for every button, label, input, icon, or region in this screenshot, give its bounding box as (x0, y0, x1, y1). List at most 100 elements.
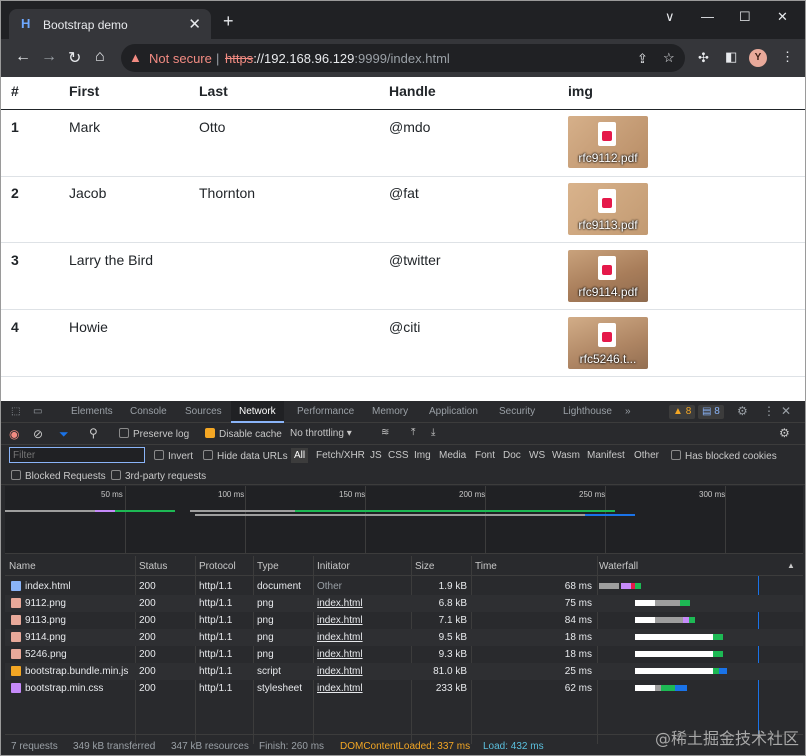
warning-icon[interactable]: ▲ (129, 50, 142, 65)
extensions-icon[interactable]: ✣ (698, 50, 709, 66)
request-initiator[interactable]: index.html (317, 632, 363, 643)
type-filter-wasm[interactable]: Wasm (552, 450, 580, 461)
tab-performance[interactable]: Performance (297, 406, 354, 417)
request-initiator[interactable]: index.html (317, 615, 363, 626)
type-filter-all[interactable]: All (291, 448, 309, 463)
request-count: 7 requests (11, 741, 58, 752)
col-type[interactable]: Type (257, 561, 279, 572)
tab-console[interactable]: Console (130, 406, 167, 417)
third-party-checkbox[interactable]: 3rd-party requests (111, 470, 206, 482)
forward-icon[interactable]: → (41, 48, 57, 66)
request-initiator[interactable]: index.html (317, 683, 363, 694)
blocked-cookies-checkbox[interactable]: Has blocked cookies (671, 450, 777, 462)
back-icon[interactable]: ← (15, 48, 31, 66)
invert-checkbox[interactable]: Invert (154, 450, 193, 462)
request-row[interactable]: 9114.png 200 http/1.1 png index.html 9.5… (5, 629, 803, 646)
file-thumbnail[interactable]: rfc9113.pdf (568, 183, 648, 235)
reload-icon[interactable]: ↻ (68, 48, 81, 68)
search-icon[interactable]: ⚲ (89, 426, 98, 440)
request-initiator[interactable]: index.html (317, 649, 363, 660)
request-row[interactable]: bootstrap.bundle.min.js 200 http/1.1 scr… (5, 663, 803, 680)
type-filter-xhr[interactable]: Fetch/XHR (316, 450, 365, 461)
profile-avatar[interactable]: Y (749, 49, 767, 67)
request-row[interactable]: 9112.png 200 http/1.1 png index.html 6.8… (5, 595, 803, 612)
type-filter-js[interactable]: JS (370, 450, 382, 461)
network-conditions-icon[interactable]: ≋ (381, 427, 389, 438)
file-thumbnail[interactable]: rfc5246.t... (568, 317, 648, 369)
tab-search-icon[interactable]: ∨ (665, 9, 675, 25)
tab-sources[interactable]: Sources (185, 406, 222, 417)
menu-icon[interactable]: ⋮ (781, 49, 794, 65)
request-row[interactable]: bootstrap.min.css 200 http/1.1 styleshee… (5, 680, 803, 697)
type-filter-img[interactable]: Img (414, 450, 431, 461)
col-waterfall[interactable]: Waterfall (599, 561, 638, 572)
share-icon[interactable]: ⇪ (637, 51, 648, 67)
image-icon (11, 649, 21, 659)
col-time[interactable]: Time (475, 561, 497, 572)
tab-memory[interactable]: Memory (372, 406, 408, 417)
tab-lighthouse[interactable]: Lighthouse (563, 406, 612, 417)
bookmark-star-icon[interactable]: ☆ (663, 50, 675, 66)
close-devtools-icon[interactable]: ✕ (781, 404, 791, 418)
hide-data-urls-checkbox[interactable]: Hide data URLs (203, 450, 288, 462)
messages-badge[interactable]: ▤ 8 (698, 405, 724, 419)
url-text[interactable]: https://192.168.96.129:9999/index.html (225, 51, 450, 66)
preserve-log-checkbox[interactable]: Preserve log (119, 428, 189, 440)
request-row[interactable]: index.html 200 http/1.1 document Other 1… (5, 578, 803, 595)
type-filter-other[interactable]: Other (634, 450, 659, 461)
timeline-overview[interactable]: 50 ms 100 ms 150 ms 200 ms 250 ms 300 ms (5, 486, 803, 554)
type-filter-doc[interactable]: Doc (503, 450, 521, 461)
address-bar[interactable]: ▲ Not secure | https://192.168.96.129:99… (121, 44, 685, 72)
warnings-badge[interactable]: ▲ 8 (669, 405, 696, 419)
hide-data-urls-label: Hide data URLs (217, 451, 288, 462)
blocked-requests-checkbox[interactable]: Blocked Requests (11, 470, 106, 482)
more-options-icon[interactable]: ⋮ (763, 404, 775, 418)
file-thumbnail[interactable]: rfc9114.pdf (568, 250, 648, 302)
device-toolbar-icon[interactable]: ▭ (33, 406, 42, 417)
minimize-button[interactable]: — (701, 9, 714, 24)
export-har-icon[interactable]: ⤓ (431, 427, 435, 438)
tab-network[interactable]: Network (231, 401, 284, 423)
maximize-button[interactable]: ☐ (739, 9, 751, 25)
tab-application[interactable]: Application (429, 406, 478, 417)
col-initiator[interactable]: Initiator (317, 561, 350, 572)
record-icon[interactable]: ◉ (9, 427, 19, 441)
sort-ascending-icon[interactable]: ▲ (787, 561, 795, 570)
filter-input[interactable] (9, 447, 145, 463)
filter-icon[interactable]: ⏷ (59, 427, 69, 442)
side-panel-icon[interactable]: ◧ (725, 49, 737, 65)
col-status[interactable]: Status (139, 561, 167, 572)
new-tab-button[interactable]: + (223, 12, 234, 30)
file-thumbnail[interactable]: rfc9112.pdf (568, 116, 648, 168)
throttling-select[interactable]: No throttling ▾ (290, 428, 352, 439)
close-window-button[interactable]: ✕ (777, 9, 788, 25)
home-icon[interactable]: ⌂ (95, 48, 105, 66)
import-har-icon[interactable]: ⤒ (411, 427, 415, 438)
col-size[interactable]: Size (415, 561, 434, 572)
close-tab-icon[interactable]: ✕ (188, 15, 201, 33)
more-tabs-icon[interactable]: » (625, 406, 631, 417)
not-secure-label[interactable]: Not secure (149, 51, 212, 66)
tab-elements[interactable]: Elements (71, 406, 113, 417)
inspect-element-icon[interactable]: ⬚ (11, 406, 20, 417)
tab-security[interactable]: Security (499, 406, 535, 417)
settings-gear-icon[interactable]: ⚙ (737, 404, 748, 418)
type-filter-css[interactable]: CSS (388, 450, 409, 461)
type-filter-font[interactable]: Font (475, 450, 495, 461)
type-filter-media[interactable]: Media (439, 450, 466, 461)
network-settings-icon[interactable]: ⚙ (779, 426, 790, 440)
request-row[interactable]: 9113.png 200 http/1.1 png index.html 7.1… (5, 612, 803, 629)
type-filter-ws[interactable]: WS (529, 450, 545, 461)
row-divider (1, 309, 805, 310)
request-initiator[interactable]: index.html (317, 598, 363, 609)
request-row[interactable]: 5246.png 200 http/1.1 png index.html 9.3… (5, 646, 803, 663)
clear-icon[interactable]: ⊘ (33, 427, 43, 441)
disable-cache-checkbox[interactable]: Disable cache (205, 428, 282, 440)
page-content: # First Last Handle img 1 Mark Otto @mdo… (1, 77, 805, 401)
type-filter-manifest[interactable]: Manifest (587, 450, 625, 461)
browser-tab[interactable]: H Bootstrap demo ✕ (9, 9, 211, 39)
col-name[interactable]: Name (9, 561, 36, 572)
invert-label: Invert (168, 451, 194, 462)
col-protocol[interactable]: Protocol (199, 561, 236, 572)
request-initiator[interactable]: index.html (317, 666, 363, 677)
